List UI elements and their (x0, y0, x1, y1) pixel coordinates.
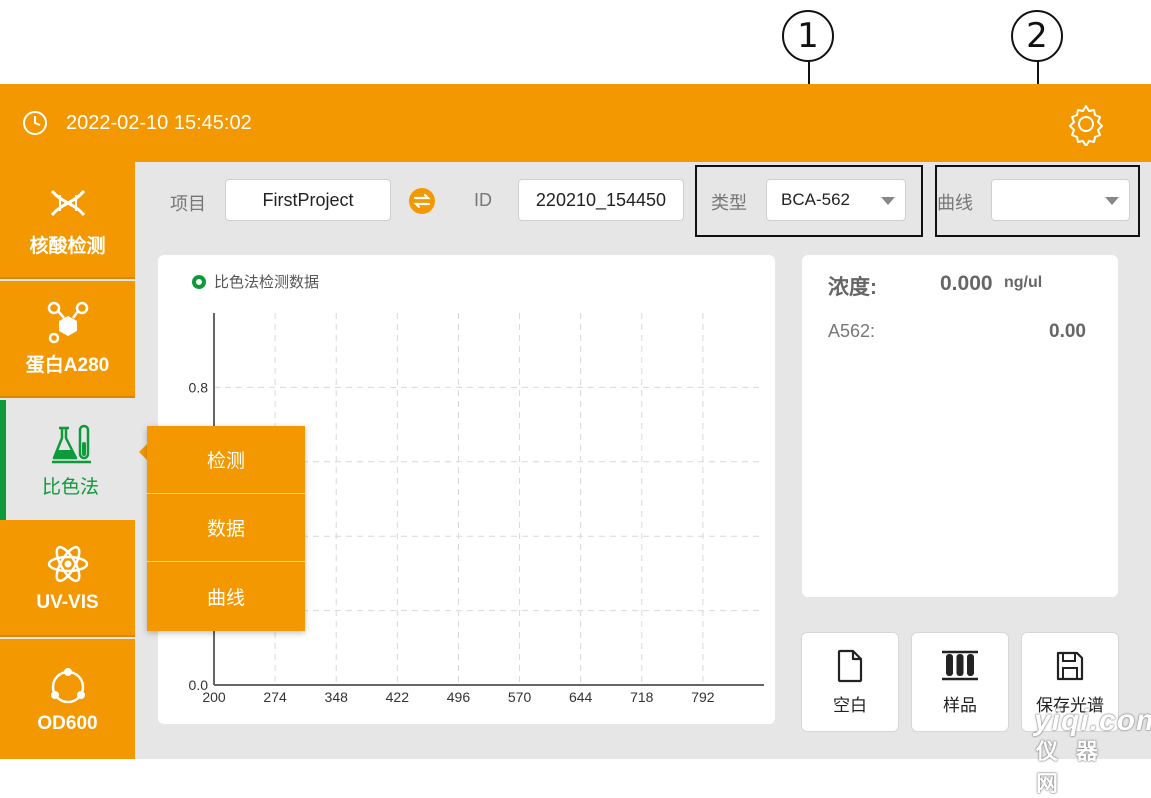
id-field[interactable]: 220210_154450 (518, 179, 684, 221)
save-icon (1056, 651, 1084, 681)
sidebar-item-nucleic-acid[interactable]: 核酸检测 (0, 162, 135, 279)
cell-icon (50, 668, 85, 704)
watermark-text: 仪器网 (1036, 740, 1117, 797)
sidebar-item-label: 蛋白A280 (25, 355, 110, 376)
project-label: 项目 (170, 194, 206, 214)
x-tick-label: 496 (447, 689, 471, 705)
callout-2-label: 2 (1026, 16, 1048, 56)
sidebar-item-protein-a280[interactable]: 蛋白A280 (0, 281, 135, 398)
x-tick-label: 718 (630, 689, 654, 705)
sidebar-item-uv-vis[interactable]: UV-VIS (0, 520, 135, 637)
x-tick-label: 570 (508, 689, 532, 705)
sidebar-item-od600[interactable]: OD600 (0, 639, 135, 759)
result-panel: 浓度: 0.000 ng/ul A562: 0.00 (802, 255, 1118, 597)
x-tick-label: 274 (263, 689, 287, 705)
atom-icon (47, 545, 88, 582)
menu-item-detect[interactable]: 检测 (147, 426, 305, 494)
sample-button[interactable]: 样品 (911, 632, 1009, 732)
callout-1: 1 (782, 10, 834, 62)
sidebar-item-label: OD600 (37, 713, 98, 734)
header-bar: 2022-02-10 15:45:02 (0, 84, 1151, 162)
x-tick-label: 348 (325, 689, 349, 705)
x-tick-label: 792 (691, 689, 715, 705)
flask-icon (51, 424, 91, 463)
menu-item-data[interactable]: 数据 (147, 494, 305, 562)
sidebar-item-colorimetric[interactable]: 比色法 (0, 400, 135, 520)
x-tick-label: 644 (569, 689, 593, 705)
callout-2: 2 (1011, 10, 1063, 62)
sidebar: 核酸检测 蛋白A280 比色法 UV-VIS OD600 (0, 162, 135, 759)
callout-1-label: 1 (797, 16, 819, 56)
callout-2-box (935, 165, 1140, 237)
x-tick-label: 422 (386, 689, 410, 705)
file-icon (837, 649, 863, 683)
concentration-value: 0.000 (940, 272, 993, 295)
id-label: ID (474, 190, 492, 210)
clock-icon (23, 111, 47, 135)
blank-button-label: 空白 (833, 696, 867, 715)
project-field[interactable]: FirstProject (225, 179, 391, 221)
sidebar-item-label: UV-VIS (36, 591, 99, 613)
sample-button-label: 样品 (943, 696, 977, 715)
menu-item-curve[interactable]: 曲线 (147, 562, 305, 631)
watermark-domain: yiqi.com (1034, 704, 1151, 737)
popup-menu: 检测 数据 曲线 (147, 426, 305, 631)
dna-icon (50, 189, 85, 217)
popup-arrow (139, 444, 147, 460)
y-tick-label: 0.0 (189, 677, 209, 693)
swap-icon[interactable] (408, 187, 436, 215)
absorbance-label: A562: (828, 321, 876, 341)
test-tubes-icon (942, 650, 978, 681)
blank-button[interactable]: 空白 (801, 632, 899, 732)
y-tick-label: 0.8 (189, 379, 209, 395)
sidebar-item-label: 比色法 (41, 476, 99, 498)
callout-1-box (695, 165, 923, 237)
gear-icon[interactable] (1064, 102, 1108, 146)
concentration-unit: ng/ul (1004, 274, 1043, 291)
molecule-icon (47, 301, 88, 344)
sidebar-item-label: 核酸检测 (29, 236, 106, 257)
header-datetime: 2022-02-10 15:45:02 (66, 112, 252, 134)
concentration-label: 浓度: (828, 276, 877, 299)
absorbance-value: 0.00 (1049, 321, 1086, 342)
